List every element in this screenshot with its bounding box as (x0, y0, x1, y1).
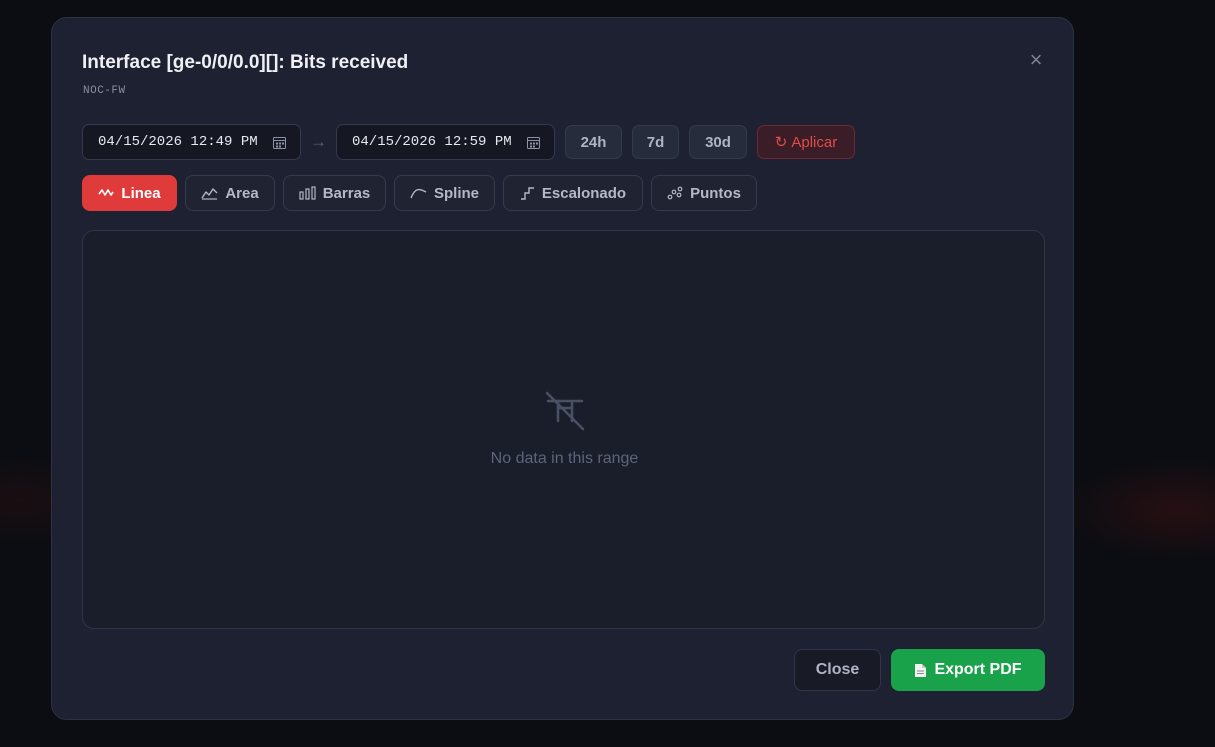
modal-title: Interface [ge-0/0/0.0][]: Bits received (82, 52, 409, 73)
chart-type-escalonado-button[interactable]: Escalonado (503, 175, 643, 211)
chart-type-label: Barras (322, 184, 371, 202)
chart-off-icon (545, 391, 585, 431)
calendar-icon[interactable] (527, 136, 540, 149)
chart-type-label: Spline (433, 184, 479, 202)
date-from-value: 04/15/2026 12:49 PM (98, 134, 258, 150)
chart-type-label: Area (225, 184, 259, 202)
chart-type-label: Puntos (690, 184, 741, 202)
scatter-chart-icon (667, 186, 683, 200)
date-from-input[interactable]: 04/15/2026 12:49 PM (82, 124, 301, 160)
chart-type-label: Linea (121, 184, 161, 202)
line-chart-icon (98, 189, 115, 196)
spline-chart-icon (410, 188, 427, 199)
bar-chart-icon (299, 186, 316, 200)
range-arrow-icon: → (310, 132, 327, 151)
preset-7d-button[interactable]: 7d (632, 125, 679, 159)
chart-type-selector: Linea Area Barras Spline Escalonado Punt… (82, 175, 765, 211)
document-icon (915, 663, 927, 677)
date-to-value: 04/15/2026 12:59 PM (352, 134, 512, 150)
modal-subtitle: NOC-FW (83, 85, 126, 97)
chart-type-puntos-button[interactable]: Puntos (651, 175, 757, 211)
preset-30d-button[interactable]: 30d (689, 125, 747, 159)
chart-type-label: Escalonado (541, 184, 627, 202)
preset-24h-button[interactable]: 24h (565, 125, 622, 159)
apply-button[interactable]: ↻ Aplicar (757, 125, 855, 159)
date-range-row: 04/15/2026 12:49 PM → 04/15/2026 12:59 P… (82, 124, 855, 160)
refresh-icon: ↻ (774, 134, 788, 151)
close-icon[interactable]: × (1026, 48, 1046, 72)
chart-area: No data in this range (82, 230, 1045, 629)
apply-label: Aplicar (791, 133, 838, 151)
chart-type-linea-button[interactable]: Linea (82, 175, 177, 211)
close-button[interactable]: Close (794, 649, 881, 691)
export-label: Export PDF (934, 661, 1022, 678)
chart-modal: Interface [ge-0/0/0.0][]: Bits received … (51, 17, 1074, 720)
step-chart-icon (520, 186, 534, 200)
export-pdf-button[interactable]: Export PDF (891, 649, 1045, 691)
date-to-input[interactable]: 04/15/2026 12:59 PM (336, 124, 555, 160)
empty-state-message: No data in this range (490, 450, 639, 467)
chart-type-area-button[interactable]: Area (185, 175, 275, 211)
chart-type-barras-button[interactable]: Barras (283, 175, 386, 211)
area-chart-icon (201, 188, 218, 200)
calendar-icon[interactable] (273, 136, 286, 149)
chart-type-spline-button[interactable]: Spline (394, 175, 495, 211)
